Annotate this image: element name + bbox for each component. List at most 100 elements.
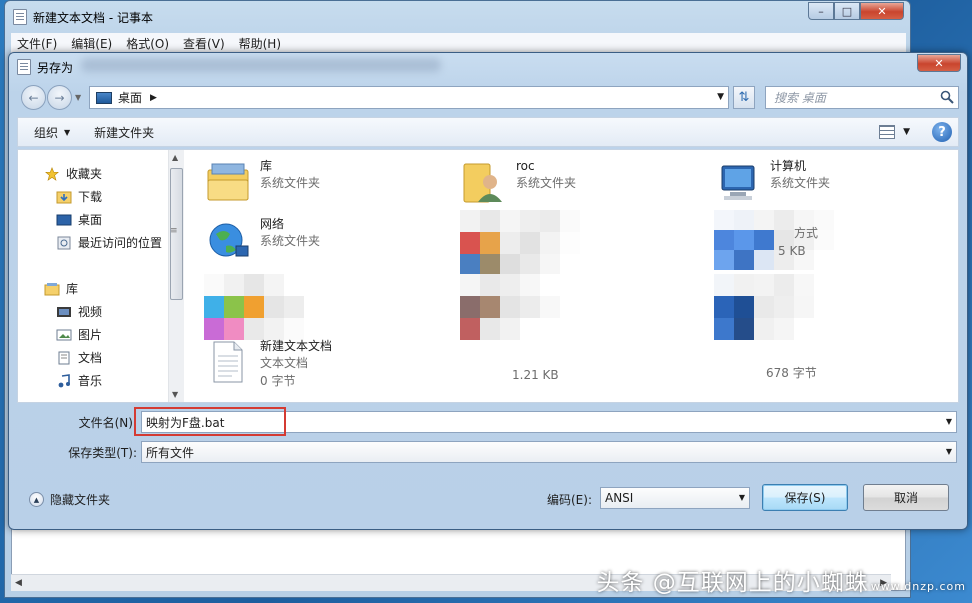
new-folder-button[interactable]: 新建文件夹 xyxy=(82,118,166,146)
file-size: 5 KB xyxy=(778,244,806,258)
file-type: 文本文档 xyxy=(260,356,309,370)
file-item-computer[interactable]: 计算机 系统文件夹 xyxy=(714,158,830,206)
scroll-up-icon[interactable]: ▲ xyxy=(172,153,178,162)
documents-icon xyxy=(58,351,70,364)
redacted-file-item xyxy=(714,274,834,340)
downloads-folder-icon xyxy=(56,191,72,203)
desktop-icon xyxy=(56,214,72,225)
search-input[interactable]: 搜索 桌面 xyxy=(765,86,959,109)
menu-view[interactable]: 查看(V) xyxy=(183,35,225,52)
organize-label: 组织 xyxy=(34,125,59,140)
user-folder-icon xyxy=(463,163,502,203)
file-item-roc[interactable]: roc 系统文件夹 xyxy=(460,158,576,206)
nav-videos[interactable]: 视频 xyxy=(56,303,102,320)
watermark-text: 头条 @互联网上的小蜘蛛 xyxy=(596,570,869,596)
chevron-down-icon: ▼ xyxy=(738,493,745,502)
file-item-network[interactable]: 网络 系统文件夹 xyxy=(204,216,320,264)
filetype-label: 保存类型(T): xyxy=(68,446,137,460)
videos-label: 视频 xyxy=(78,305,103,319)
notepad-icon xyxy=(13,9,27,25)
breadcrumb-arrow-icon[interactable]: ▶ xyxy=(150,93,157,103)
nav-library[interactable]: 库 xyxy=(44,280,78,297)
navigation-pane: 收藏夹 下载 桌面 最近访问的位置 库 视频 图片 文档 音乐 xyxy=(18,150,166,402)
nav-favorites[interactable]: 收藏夹 xyxy=(44,165,102,182)
filetype-select[interactable]: 所有文件 ▼ xyxy=(141,441,957,463)
file-size: 678 字节 xyxy=(766,366,817,380)
menu-file[interactable]: 文件(F) xyxy=(17,35,57,52)
encoding-label: 编码(E): xyxy=(547,493,592,507)
file-item-library[interactable]: 库 系统文件夹 xyxy=(204,158,320,206)
file-type: 系统文件夹 xyxy=(260,176,321,190)
file-list: 库 系统文件夹 roc 系统文件夹 计算机 系统文件夹 网络 系统文件夹 方式 … xyxy=(198,150,958,402)
maximize-button[interactable]: □ xyxy=(834,2,860,20)
change-view-button[interactable]: ▼ xyxy=(879,125,910,139)
hide-folders-toggle[interactable]: ▲ 隐藏文件夹 xyxy=(29,491,110,508)
downloads-label: 下载 xyxy=(78,190,103,204)
command-toolbar: 组织 ▼ 新建文件夹 ▼ ? xyxy=(17,117,959,147)
save-as-dialog: 另存为 ✕ ← → ▼ 桌面 ▶ ▼ ⇅ 搜索 桌面 组织 ▼ 新建文件夹 ▼ … xyxy=(8,52,968,530)
refresh-icon: ⇅ xyxy=(738,90,750,105)
nav-music[interactable]: 音乐 xyxy=(56,372,102,389)
save-button[interactable]: 保存(S) xyxy=(762,484,848,511)
file-name: roc xyxy=(516,159,535,173)
nav-pictures[interactable]: 图片 xyxy=(56,326,102,343)
arrow-right-icon: → xyxy=(54,90,65,105)
organize-button[interactable]: 组织 ▼ xyxy=(18,118,82,146)
back-button[interactable]: ← xyxy=(21,85,46,110)
file-name: 库 xyxy=(260,159,273,173)
navigation-pane-scrollbar[interactable]: ▲ ▼ xyxy=(168,150,184,402)
desktop-icon xyxy=(96,91,112,104)
redacted-file-item xyxy=(460,274,580,340)
refresh-button[interactable]: ⇅ xyxy=(733,86,755,109)
file-name: 新建文本文档 xyxy=(260,339,333,353)
address-dropdown-icon[interactable]: ▼ xyxy=(717,92,724,102)
file-type: 系统文件夹 xyxy=(770,176,831,190)
chevron-down-icon: ▼ xyxy=(64,127,71,137)
arrow-left-icon: ← xyxy=(28,90,39,105)
dialog-close-button[interactable]: ✕ xyxy=(917,54,961,72)
nav-recent-places[interactable]: 最近访问的位置 xyxy=(56,234,162,251)
nav-downloads[interactable]: 下载 xyxy=(56,188,102,205)
history-dropdown-icon[interactable]: ▼ xyxy=(75,93,81,102)
star-icon xyxy=(45,166,59,181)
pictures-label: 图片 xyxy=(78,328,103,342)
content-area: 收藏夹 下载 桌面 最近访问的位置 库 视频 图片 文档 音乐 ▲ ▼ ≡ 库 … xyxy=(17,149,959,403)
desktop-label: 桌面 xyxy=(78,213,103,227)
nav-desktop[interactable]: 桌面 xyxy=(56,211,102,228)
chevron-up-icon: ▲ xyxy=(29,492,44,507)
scroll-down-icon[interactable]: ▼ xyxy=(172,390,178,399)
pane-splitter-grip[interactable]: ≡ xyxy=(170,226,178,236)
search-icon[interactable] xyxy=(940,90,954,104)
nav-documents[interactable]: 文档 xyxy=(56,349,102,366)
encoding-select[interactable]: ANSI ▼ xyxy=(600,487,750,509)
cancel-button[interactable]: 取消 xyxy=(863,484,949,511)
recent-places-label: 最近访问的位置 xyxy=(78,236,163,250)
help-button[interactable]: ? xyxy=(932,122,952,142)
chevron-down-icon[interactable]: ▼ xyxy=(946,417,952,426)
forward-button[interactable]: → xyxy=(47,85,72,110)
file-item-text-document[interactable]: 新建文本文档 文本文档 0 字节 xyxy=(204,338,332,390)
menu-format[interactable]: 格式(O) xyxy=(126,35,169,52)
menu-help[interactable]: 帮助(H) xyxy=(239,35,281,52)
dialog-titlebar: 另存为 xyxy=(17,58,73,76)
help-icon: ? xyxy=(938,124,946,140)
scroll-left-icon[interactable]: ◀ xyxy=(15,578,22,588)
notepad-icon xyxy=(17,59,31,75)
dialog-window-controls: ✕ xyxy=(917,54,961,72)
minimize-button[interactable]: – xyxy=(808,2,834,20)
file-name: 计算机 xyxy=(770,159,807,173)
dialog-title: 另存为 xyxy=(37,60,74,75)
pictures-icon xyxy=(56,329,72,340)
text-document-icon xyxy=(213,341,243,383)
blurred-title-region xyxy=(81,58,441,72)
redacted-file-item xyxy=(204,274,324,340)
library-folder-icon xyxy=(207,163,249,201)
search-placeholder: 搜索 桌面 xyxy=(774,91,826,105)
address-location[interactable]: 桌面 xyxy=(118,89,142,106)
menu-edit[interactable]: 编辑(E) xyxy=(71,35,112,52)
computer-icon xyxy=(721,165,755,200)
address-bar[interactable]: 桌面 ▶ ▼ xyxy=(89,86,729,109)
videos-icon xyxy=(57,306,71,317)
close-button[interactable]: ✕ xyxy=(860,2,904,20)
filetype-value: 所有文件 xyxy=(146,445,195,460)
